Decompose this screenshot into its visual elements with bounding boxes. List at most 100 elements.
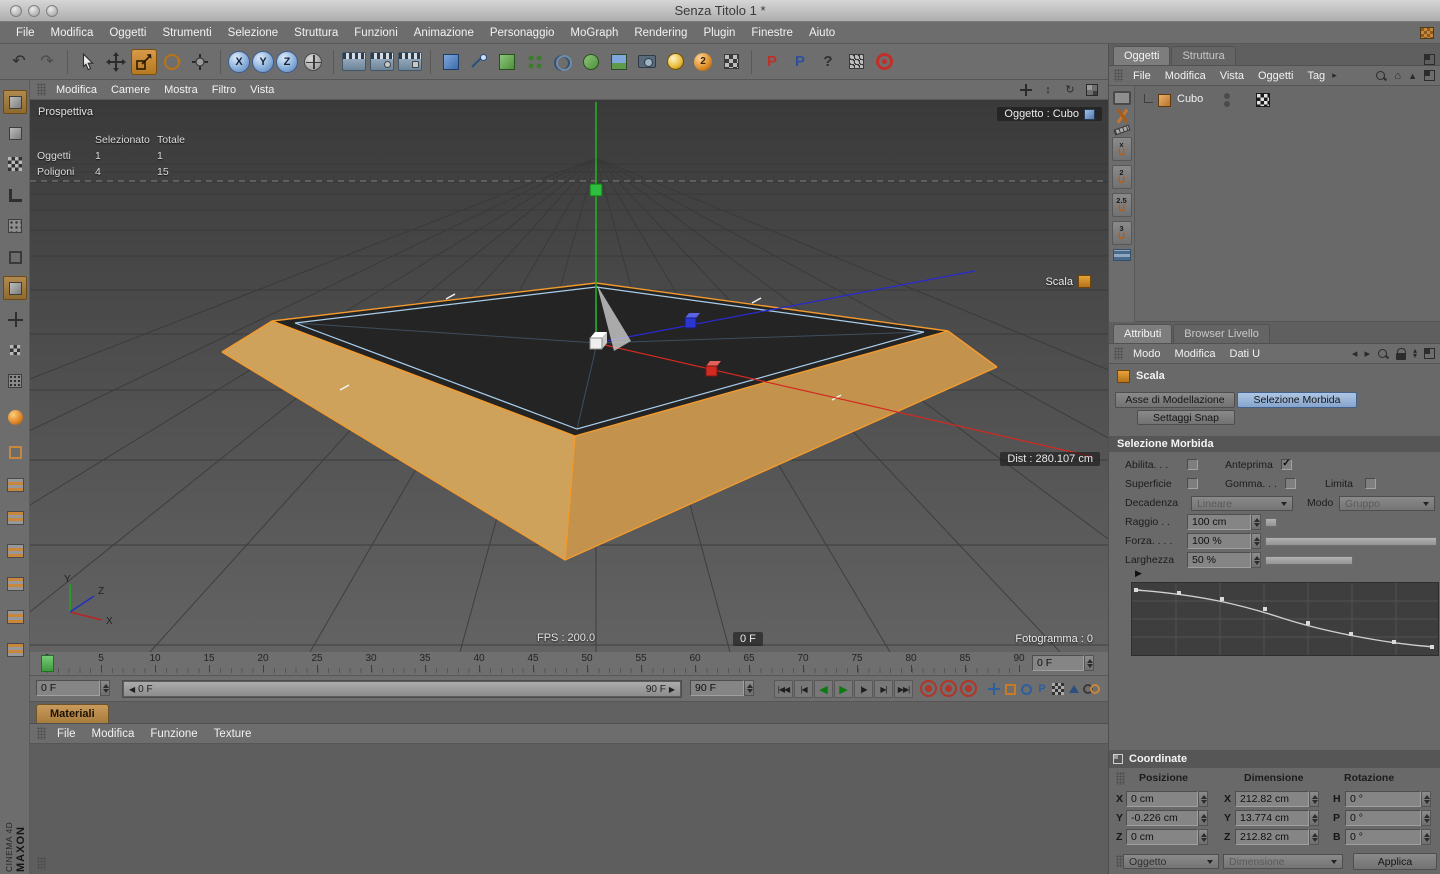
display-icon[interactable] <box>1113 91 1131 105</box>
live-selection-tool[interactable] <box>75 49 101 75</box>
back-arrow-icon[interactable]: ◂ <box>1352 347 1358 360</box>
view-label[interactable]: Prospettiva <box>38 106 93 118</box>
menu-file[interactable]: File <box>8 27 43 39</box>
menu-strumenti[interactable]: Strumenti <box>154 27 219 39</box>
mat-menu-file[interactable]: File <box>49 728 84 740</box>
render-view-button[interactable] <box>341 49 367 75</box>
dimensione-dropdown[interactable]: Dimensione <box>1223 854 1343 869</box>
menu-animazione[interactable]: Animazione <box>406 27 482 39</box>
dim-x-field[interactable]: 212.82 cm <box>1235 791 1309 807</box>
layer-table-button-4[interactable] <box>3 572 27 596</box>
range-left-arrow-icon[interactable]: ◀ <box>129 685 135 694</box>
redo-button[interactable]: ↷ <box>34 49 60 75</box>
tab-browser-livello[interactable]: Browser Livello <box>1173 324 1270 343</box>
record-target-button[interactable] <box>871 49 897 75</box>
modo-dropdown[interactable]: Gruppo <box>1339 496 1435 511</box>
vp-menu-camere[interactable]: Camere <box>104 84 157 96</box>
om-menu-vista[interactable]: Vista <box>1213 70 1251 82</box>
dim-y-field[interactable]: 13.774 cm <box>1235 810 1309 826</box>
toggle-parameter-button[interactable]: P <box>1034 681 1050 697</box>
polygons-mode-button[interactable] <box>3 276 27 300</box>
snap-mode-button-2[interactable]: 2 U <box>1112 165 1132 189</box>
timeline-ruler[interactable]: 0 5 10 15 20 25 30 35 40 45 50 55 60 65 … <box>30 652 1108 676</box>
undo-button[interactable]: ↶ <box>6 49 32 75</box>
rot-p-stepper[interactable] <box>1421 810 1431 826</box>
menu-modifica[interactable]: Modifica <box>43 27 102 39</box>
limita-checkbox[interactable] <box>1365 478 1376 489</box>
tab-attributi[interactable]: Attributi <box>1113 324 1172 343</box>
larghezza-stepper[interactable] <box>1251 552 1261 568</box>
record-parameter-button[interactable] <box>960 680 977 697</box>
play-backward-button[interactable]: ◀ <box>814 680 833 698</box>
lock-x-axis-button[interactable]: X <box>228 51 250 73</box>
abilita-checkbox[interactable] <box>1187 459 1198 470</box>
menu-struttura[interactable]: Struttura <box>286 27 346 39</box>
layer-table-button-5[interactable] <box>3 605 27 629</box>
help-button[interactable]: ? <box>815 49 841 75</box>
panel-menu-icon[interactable] <box>1424 348 1435 359</box>
sort-icon[interactable]: ▴▾ <box>1413 349 1417 359</box>
last-tool-button[interactable] <box>187 49 213 75</box>
snap-mode-button-x[interactable]: x U <box>1112 137 1132 161</box>
object-name-label[interactable]: Cubo <box>1177 93 1203 105</box>
lock-icon[interactable] <box>1396 348 1406 360</box>
home-icon[interactable]: ⌂ <box>1394 70 1401 82</box>
visibility-dot-editor[interactable] <box>1224 93 1230 99</box>
vp-menu-mostra[interactable]: Mostra <box>157 84 205 96</box>
falloff-curve-panel[interactable] <box>1131 582 1439 656</box>
pos-z-stepper[interactable] <box>1198 829 1208 845</box>
menu-oggetti[interactable]: Oggetti <box>101 27 154 39</box>
dim-z-stepper[interactable] <box>1309 829 1319 845</box>
zoom-button[interactable] <box>46 5 58 17</box>
om-menu-oggetti[interactable]: Oggetti <box>1251 70 1300 82</box>
rotate-tool[interactable] <box>159 49 185 75</box>
add-boole-button[interactable] <box>550 49 576 75</box>
forward-arrow-icon[interactable]: ▸ <box>1364 347 1370 360</box>
keyframe-selection-button[interactable] <box>1066 681 1082 697</box>
uvw-tag-icon[interactable] <box>1256 93 1270 107</box>
pliers-icon[interactable] <box>1115 109 1129 123</box>
ruler-frame-stepper[interactable] <box>1084 655 1094 671</box>
add-array-button[interactable] <box>522 49 548 75</box>
larghezza-field[interactable]: 50 % <box>1187 552 1251 568</box>
menu-selezione[interactable]: Selezione <box>220 27 287 39</box>
search-icon[interactable] <box>1377 348 1389 360</box>
tree-row-cubo[interactable]: Cubo <box>1136 92 1440 110</box>
panel-grip[interactable] <box>37 857 46 870</box>
edges-mode-button[interactable] <box>3 245 27 269</box>
selection-frame-button[interactable] <box>3 440 27 464</box>
model-mode-button[interactable] <box>3 121 27 145</box>
selezione-morbida-button[interactable]: Selezione Morbida <box>1237 392 1357 408</box>
tab-materiali[interactable]: Materiali <box>36 704 109 723</box>
y-axis-handle[interactable] <box>590 184 602 196</box>
mat-menu-modifica[interactable]: Modifica <box>84 728 143 740</box>
snap-mode-button-3[interactable]: 3 U <box>1112 221 1132 245</box>
next-frame-button[interactable]: |▶ <box>854 680 873 698</box>
add-nurbs-button[interactable] <box>494 49 520 75</box>
tab-struttura[interactable]: Struttura <box>1171 46 1235 65</box>
goto-start-button[interactable]: |◀◀ <box>774 680 793 698</box>
snap-mode-button-25[interactable]: 2.5 U <box>1112 193 1132 217</box>
dim-z-field[interactable]: 212.82 cm <box>1235 829 1309 845</box>
pose-blue-button[interactable]: P <box>787 49 813 75</box>
end-frame-field[interactable]: 90 F <box>690 680 744 696</box>
material-ball-button[interactable] <box>3 405 27 429</box>
preview-range-bar[interactable]: ◀0 F 90 F▶ <box>124 682 680 696</box>
minimize-button[interactable] <box>28 5 40 17</box>
menu-personaggio[interactable]: Personaggio <box>482 27 563 39</box>
record-keyframe-button[interactable] <box>920 680 937 697</box>
objects-tree[interactable]: Cubo <box>1136 86 1440 321</box>
forza-slider[interactable] <box>1265 537 1437 546</box>
add-light-button[interactable] <box>662 49 688 75</box>
add-spline-button[interactable] <box>466 49 492 75</box>
up-arrow-icon[interactable]: ▲ <box>1408 71 1417 81</box>
pan-view-button[interactable] <box>1018 83 1034 97</box>
texture-mode-button[interactable] <box>3 152 27 176</box>
om-menu-modifica[interactable]: Modifica <box>1158 70 1213 82</box>
goto-end-button[interactable]: ▶▶| <box>894 680 913 698</box>
panel-grip[interactable] <box>1114 69 1123 82</box>
browser-icon[interactable] <box>1113 249 1131 261</box>
lock-z-axis-button[interactable]: Z <box>276 51 298 73</box>
rot-p-field[interactable]: 0 ° <box>1345 810 1421 826</box>
panel-grip[interactable] <box>37 727 46 740</box>
